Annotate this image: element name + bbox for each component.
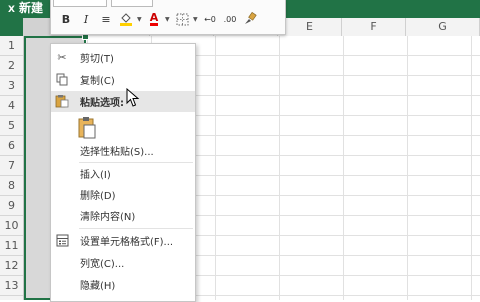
row-header[interactable]: 2 xyxy=(0,56,23,76)
app-title: X 新建 xyxy=(4,0,43,16)
row-header[interactable]: 9 xyxy=(0,196,23,216)
column-header-g[interactable]: G xyxy=(406,18,480,36)
row-header[interactable]: 11 xyxy=(0,236,23,256)
menu-item-format-cells[interactable]: 设置单元格格式(F)... xyxy=(51,230,195,251)
row-header[interactable]: 10 xyxy=(0,216,23,236)
menu-label: 列宽(C)... xyxy=(80,259,125,270)
menu-item-column-width[interactable]: 列宽(C)... xyxy=(51,252,195,273)
italic-button[interactable]: I xyxy=(77,10,95,28)
chevron-down-icon[interactable]: ▼ xyxy=(193,16,199,23)
menu-label: 选择性粘贴(S)... xyxy=(80,147,154,158)
fill-color-button[interactable] xyxy=(117,10,135,28)
menu-item-insert[interactable]: 插入(I) xyxy=(51,163,195,184)
paste-button[interactable] xyxy=(76,115,98,141)
paint-bucket-icon xyxy=(120,13,132,26)
bold-button[interactable]: B xyxy=(57,10,75,28)
row-header[interactable]: 6 xyxy=(0,136,23,156)
row-header[interactable]: 12 xyxy=(0,256,23,276)
format-painter-button[interactable] xyxy=(241,10,259,28)
mouse-cursor-icon xyxy=(126,88,140,107)
menu-item-hide[interactable]: 隐藏(H) xyxy=(51,274,195,295)
workbook-name: 新建 xyxy=(19,1,44,15)
menu-separator xyxy=(79,228,193,229)
menu-item-paste-special[interactable]: 选择性粘贴(S)... xyxy=(51,140,195,161)
font-name-box[interactable] xyxy=(53,0,107,7)
row-header[interactable]: 1 xyxy=(0,36,23,56)
menu-item-copy[interactable]: 复制(C) xyxy=(51,69,195,90)
borders-button[interactable] xyxy=(173,10,191,28)
column-header-f[interactable]: F xyxy=(342,18,406,36)
copy-icon xyxy=(54,71,70,87)
menu-label: 删除(D) xyxy=(80,191,116,202)
clipboard-paste-icon xyxy=(78,117,96,139)
menu-label: 插入(I) xyxy=(80,170,111,181)
mini-toolbar: B I ≡ ▼ A ▼ ▼ ←0 .00 xyxy=(50,0,286,35)
chevron-down-icon[interactable]: ▼ xyxy=(165,16,171,23)
align-button[interactable]: ≡ xyxy=(97,10,115,28)
scissors-icon: ✂ xyxy=(57,50,67,64)
decrease-decimal-button[interactable]: .00 xyxy=(221,10,239,28)
row-header[interactable]: 3 xyxy=(0,76,23,96)
chevron-down-icon[interactable]: ▼ xyxy=(137,16,143,23)
format-buttons: B I ≡ ▼ A ▼ ▼ ←0 .00 xyxy=(57,10,259,28)
menu-label: 清除内容(N) xyxy=(80,212,136,223)
row-header[interactable]: 4 xyxy=(0,96,23,116)
menu-label: 剪切(T) xyxy=(80,54,114,65)
row-header[interactable]: 5 xyxy=(0,116,23,136)
column-header-e[interactable]: E xyxy=(278,18,342,36)
menu-label: 复制(C) xyxy=(80,76,115,87)
menu-item-cut[interactable]: ✂ 剪切(T) xyxy=(51,47,195,68)
menu-item-delete[interactable]: 删除(D) xyxy=(51,184,195,205)
menu-label: 设置单元格格式(F)... xyxy=(80,237,174,248)
row-header[interactable]: 8 xyxy=(0,176,23,196)
context-menu: ✂ 剪切(T) 复制(C) 粘贴选项: 选择性粘贴(S)... 插入(I) 删除… xyxy=(50,43,196,302)
format-cells-icon xyxy=(54,232,70,248)
row-header[interactable]: 7 xyxy=(0,156,23,176)
paintbrush-icon xyxy=(245,12,257,24)
increase-decimal-button[interactable]: ←0 xyxy=(201,10,219,28)
border-icon xyxy=(176,13,188,25)
font-color-icon: A xyxy=(149,10,159,26)
row-headers: 1 2 3 4 5 6 7 8 9 10 11 12 13 xyxy=(0,36,24,300)
excel-logo-icon: X xyxy=(8,5,15,15)
clipboard-icon xyxy=(54,93,70,109)
menu-label: 隐藏(H) xyxy=(80,281,116,292)
menu-item-clear-contents[interactable]: 清除内容(N) xyxy=(51,205,195,226)
font-size-box[interactable] xyxy=(111,0,153,7)
menu-item-paste-options[interactable]: 粘贴选项: xyxy=(51,91,195,112)
font-color-button[interactable]: A xyxy=(145,10,163,28)
menu-label: 粘贴选项: xyxy=(80,98,124,109)
row-header[interactable]: 13 xyxy=(0,276,23,296)
